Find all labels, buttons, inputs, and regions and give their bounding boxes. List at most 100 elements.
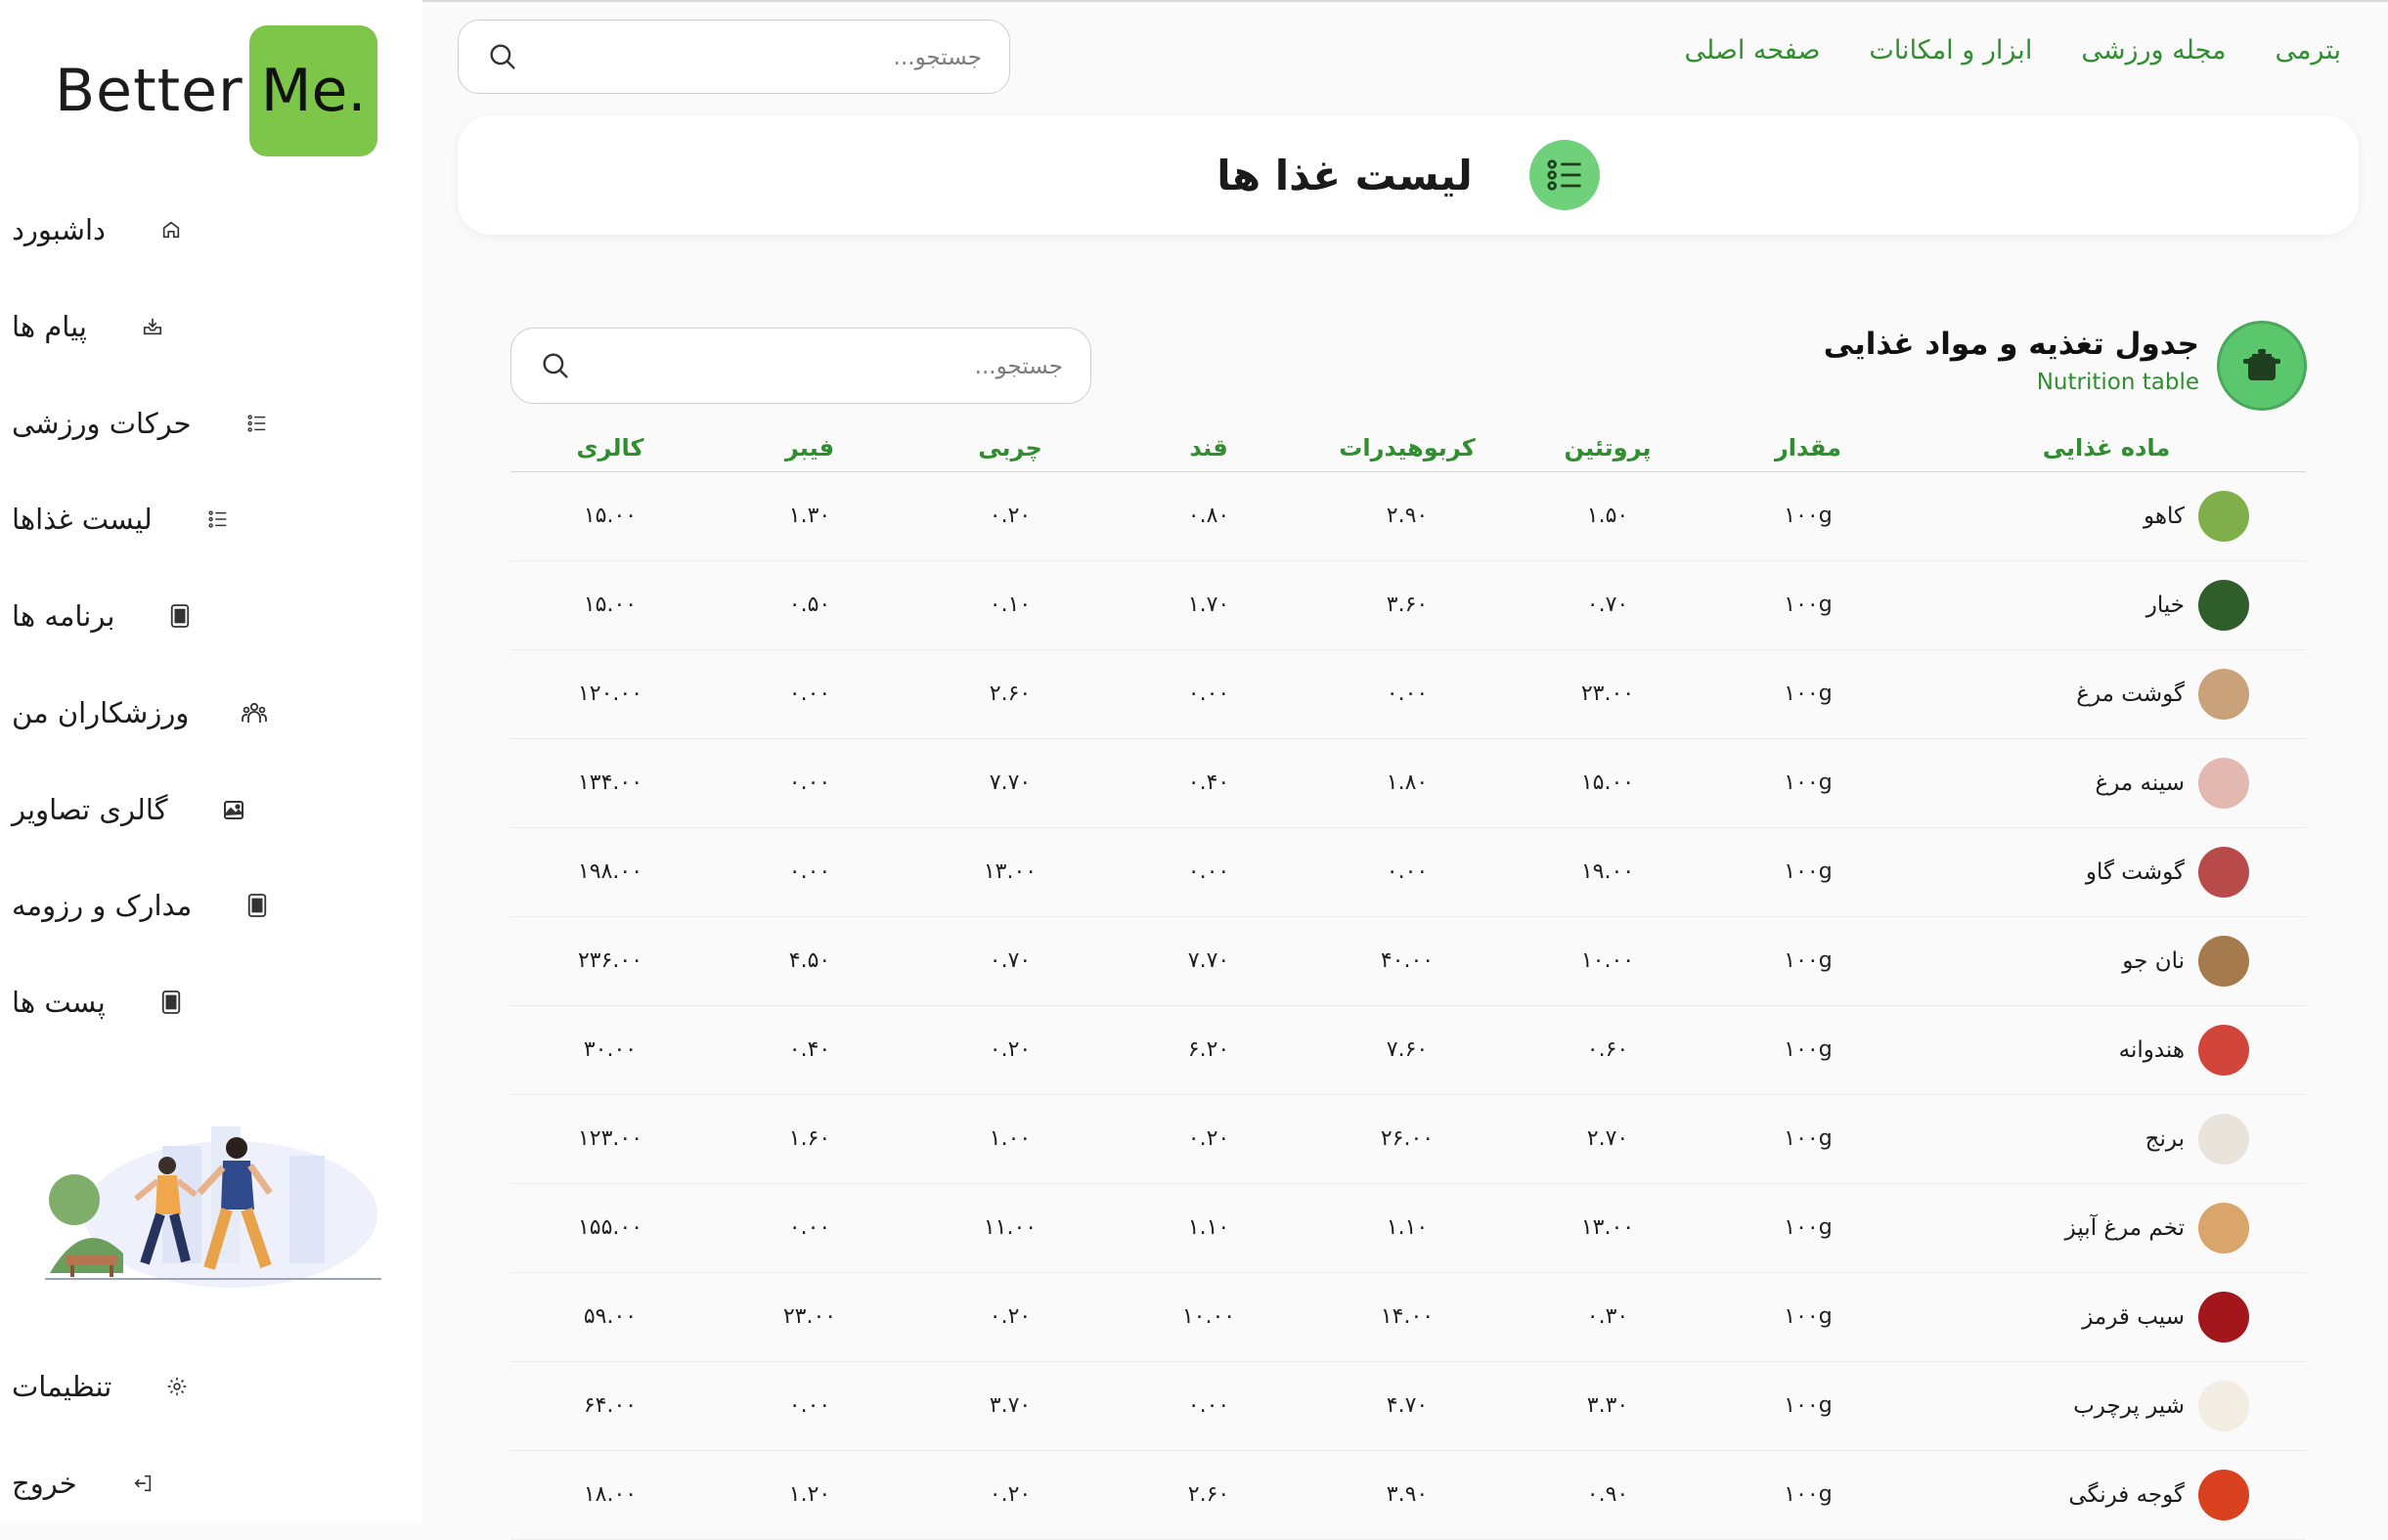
cell-carbs: ۷.۶۰ [1386, 1037, 1429, 1062]
column-header-food[interactable]: ماده غذایی [2043, 434, 2171, 462]
sidebar: Better Me. داشبورد پیام ها حرکات ورزشی ل… [0, 0, 422, 1524]
table-search-box[interactable] [510, 328, 1091, 405]
sidebar-item-logout[interactable]: خروج [0, 1454, 422, 1513]
cell-carbs: ۰.۰۰ [1386, 682, 1429, 706]
sidebar-item-settings[interactable]: تنظیمات [0, 1357, 422, 1416]
food-thumbnail-icon [2198, 1202, 2249, 1254]
sidebar-item-label: ورزشکاران من [12, 696, 190, 729]
column-header-fat[interactable]: چربی [978, 434, 1042, 462]
sidebar-item-food-list[interactable]: لیست غذاها [0, 490, 422, 549]
column-header-amount[interactable]: مقدار [1775, 434, 1841, 462]
cell-fiber: ۰.۴۰ [788, 1037, 831, 1062]
cell-fiber: ۱.۶۰ [788, 1126, 831, 1151]
cell-fat: ۰.۲۰ [989, 1482, 1032, 1507]
cell-calories: ۵۹.۰۰ [583, 1304, 638, 1329]
nav-link-tools[interactable]: ابزار و امکانات [1869, 35, 2032, 66]
sidebar-item-label: لیست غذاها [12, 503, 153, 536]
sidebar-item-label: داشبورد [12, 213, 106, 246]
table-header: ماده غذایی مقدار پروتئین کربوهیدرات قند … [510, 434, 2306, 472]
table-row[interactable]: نان جو ۱۰۰g ۱۰.۰۰ ۴۰.۰۰ ۷.۷۰ ۰.۷۰ ۴.۵۰ ۲۳۶.۰۰ [510, 916, 2306, 1006]
cell-sugar: ۰.۰۰ [1187, 859, 1230, 884]
cell-carbs: ۴.۷۰ [1386, 1393, 1429, 1418]
sidebar-item-dashboard[interactable]: داشبورد [0, 200, 422, 259]
table-title: جدول تغذیه و مواد غذایی [1823, 327, 2199, 362]
cell-amount: ۱۰۰g [1784, 682, 1833, 706]
table-search-input[interactable] [650, 329, 1065, 405]
column-header-sugar[interactable]: قند [1189, 434, 1227, 462]
sidebar-item-label: حرکات ورزشی [12, 407, 192, 440]
table-row[interactable]: گوشت گاو ۱۰۰g ۱۹.۰۰ ۰.۰۰ ۰.۰۰ ۱۳.۰۰ ۰.۰۰ ۱۹۸.۰۰ [510, 827, 2306, 917]
sidebar-item-label: برنامه ها [12, 599, 115, 633]
sidebar-item-posts[interactable]: پست ها [0, 973, 422, 1032]
sidebar-item-label: خروج [12, 1467, 77, 1500]
cell-amount: ۱۰۰g [1784, 859, 1833, 884]
column-header-carbs[interactable]: کربوهیدرات [1339, 434, 1475, 462]
food-thumbnail-icon [2198, 668, 2249, 720]
cell-amount: ۱۰۰g [1784, 770, 1833, 795]
table-row[interactable]: خیار ۱۰۰g ۰.۷۰ ۳.۶۰ ۱.۷۰ ۰.۱۰ ۰.۵۰ ۱۵.۰۰ [510, 560, 2306, 650]
cell-protein: ۱۹.۰۰ [1580, 859, 1635, 884]
cell-sugar: ۱۰.۰۰ [1181, 1304, 1236, 1329]
top-search-box[interactable] [458, 20, 1010, 95]
food-name: گوجه فرنگی [2068, 1481, 2185, 1508]
table-row[interactable]: هندوانه ۱۰۰g ۰.۶۰ ۷.۶۰ ۶.۲۰ ۰.۲۰ ۰.۴۰ ۳۰.۰۰ [510, 1005, 2306, 1095]
sidebar-item-documents[interactable]: مدارک و رزومه [0, 876, 422, 935]
cell-sugar: ۱.۷۰ [1187, 593, 1230, 617]
food-cell: کاهو [2144, 471, 2249, 560]
cell-fiber: ۰.۵۰ [788, 593, 831, 617]
food-cell: سینه مرغ [2095, 738, 2249, 827]
food-name: سینه مرغ [2095, 770, 2185, 796]
table-row[interactable]: سیب قرمز ۱۰۰g ۰.۳۰ ۱۴.۰۰ ۱۰.۰۰ ۰.۲۰ ۲۳.۰۰ ۵۹.۰۰ [510, 1272, 2306, 1362]
logo[interactable]: Better Me. [55, 25, 378, 156]
cell-fat: ۰.۱۰ [989, 593, 1032, 617]
table-row[interactable]: سینه مرغ ۱۰۰g ۱۵.۰۰ ۱.۸۰ ۰.۴۰ ۷.۷۰ ۰.۰۰ ۱۳۴.۰۰ [510, 738, 2306, 828]
cell-carbs: ۲۶.۰۰ [1380, 1126, 1435, 1151]
cooking-pot-icon [2217, 321, 2307, 411]
cell-fat: ۳.۷۰ [989, 1393, 1032, 1418]
food-name: برنج [2145, 1125, 2185, 1152]
cell-fat: ۰.۲۰ [989, 504, 1032, 528]
cell-carbs: ۴۰.۰۰ [1380, 948, 1435, 973]
food-thumbnail-icon [2198, 1380, 2249, 1431]
table-row[interactable]: گوجه فرنگی ۱۰۰g ۰.۹۰ ۳.۹۰ ۲.۶۰ ۰.۲۰ ۱.۲۰ ۱۸.۰۰ [510, 1450, 2306, 1540]
table-row[interactable]: شیر پرچرب ۱۰۰g ۳.۳۰ ۴.۷۰ ۰.۰۰ ۳.۷۰ ۰.۰۰ ۶۴.۰۰ [510, 1361, 2306, 1451]
table-row[interactable]: کاهو ۱۰۰g ۱.۵۰ ۲.۹۰ ۰.۸۰ ۰.۲۰ ۱.۳۰ ۱۵.۰۰ [510, 471, 2306, 561]
home-icon [158, 217, 184, 242]
column-header-protein[interactable]: پروتئین [1564, 434, 1651, 462]
sidebar-item-programs[interactable]: برنامه ها [0, 587, 422, 645]
users-icon [242, 700, 268, 726]
table-row[interactable]: برنج ۱۰۰g ۲.۷۰ ۲۶.۰۰ ۰.۲۰ ۱.۰۰ ۱.۶۰ ۱۲۳.۰۰ [510, 1094, 2306, 1184]
cell-fiber: ۰.۰۰ [788, 859, 831, 884]
food-cell: هندوانه [2119, 1005, 2249, 1094]
logout-icon [130, 1471, 155, 1496]
search-input[interactable] [569, 21, 984, 95]
table-row[interactable]: گوشت مرغ ۱۰۰g ۲۳.۰۰ ۰.۰۰ ۰.۰۰ ۲.۶۰ ۰.۰۰ ۱۲۰.۰۰ [510, 649, 2306, 739]
food-name: هندوانه [2118, 1036, 2185, 1063]
cell-sugar: ۰.۴۰ [1187, 770, 1230, 795]
cell-protein: ۰.۶۰ [1586, 1037, 1629, 1062]
cell-sugar: ۰.۲۰ [1187, 1126, 1230, 1151]
food-name: سیب قرمز [2082, 1303, 2185, 1330]
nav-link-magazine[interactable]: مجله ورزشی [2081, 35, 2226, 66]
list-icon [244, 411, 270, 436]
runners-illustration [45, 1126, 381, 1288]
sidebar-item-messages[interactable]: پیام ها [0, 297, 422, 356]
food-cell: تخم مرغ آبپز [2065, 1183, 2249, 1272]
nav-link-home[interactable]: صفحه اصلی [1684, 35, 1820, 66]
document-icon [158, 990, 184, 1015]
sidebar-item-exercises[interactable]: حرکات ورزشی [0, 394, 422, 453]
cell-protein: ۱۰.۰۰ [1580, 948, 1635, 973]
cell-calories: ۱۵.۰۰ [583, 593, 638, 617]
column-header-calories[interactable]: کالری [577, 434, 644, 462]
nav-link-betterme[interactable]: بترمی [2275, 35, 2341, 66]
cell-protein: ۰.۹۰ [1586, 1482, 1629, 1507]
cell-sugar: ۰.۸۰ [1187, 504, 1230, 528]
sidebar-item-athletes[interactable]: ورزشکاران من [0, 683, 422, 742]
gear-icon [164, 1374, 190, 1399]
sidebar-item-gallery[interactable]: گالری تصاویر [0, 780, 422, 839]
column-header-fiber[interactable]: فیبر [785, 434, 834, 462]
table-row[interactable]: تخم مرغ آبپز ۱۰۰g ۱۳.۰۰ ۱.۱۰ ۱.۱۰ ۱۱.۰۰ ۰.۰۰ ۱۵… [510, 1183, 2306, 1273]
cell-sugar: ۰.۰۰ [1187, 1393, 1230, 1418]
cell-fiber: ۰.۰۰ [788, 770, 831, 795]
top-navigation: صفحه اصلی ابزار و امکانات مجله ورزشی بتر… [1684, 35, 2341, 66]
